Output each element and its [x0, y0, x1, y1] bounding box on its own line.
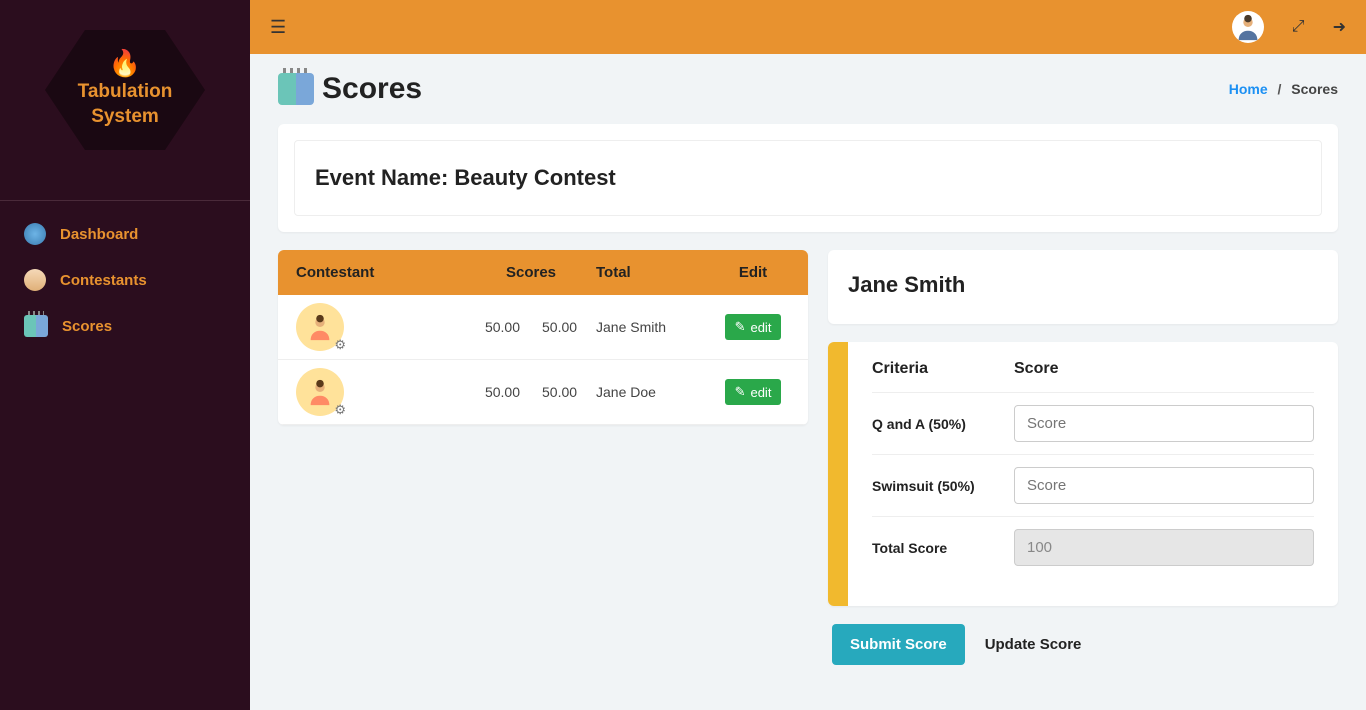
logo-hexagon: 🔥 TabulationSystem — [45, 30, 205, 150]
menu-toggle-icon[interactable]: ☰ — [270, 17, 286, 38]
contestants-icon — [24, 269, 46, 291]
person-icon — [305, 312, 335, 342]
actions: Submit Score Update Score — [828, 624, 1338, 665]
columns: Contestant Scores Total Edit 50.00 — [278, 250, 1338, 665]
total-score-label: Total Score — [872, 540, 947, 556]
contestant-avatar — [296, 303, 344, 351]
th-scores: Scores — [466, 264, 596, 281]
dashboard-icon — [24, 223, 46, 245]
criteria-row: Swimsuit (50%) — [872, 454, 1314, 516]
flame-icon: 🔥 — [78, 50, 173, 76]
page-title: Scores — [322, 72, 422, 106]
sidebar-item-label: Contestants — [60, 272, 147, 289]
breadcrumb-sep: / — [1278, 81, 1282, 97]
scores-table: Contestant Scores Total Edit 50.00 — [278, 250, 808, 425]
logout-icon[interactable]: ➜ — [1333, 17, 1346, 37]
content: Scores Home / Scores Event Name: Beauty … — [250, 54, 1366, 710]
th-contestant: Contestant — [296, 264, 466, 281]
topbar: ☰ ⤢ ➜ — [250, 0, 1366, 54]
sidebar-item-scores[interactable]: Scores — [0, 303, 250, 349]
score-header-label: Score — [1014, 360, 1314, 378]
th-total: Total — [596, 264, 716, 281]
table-header: Contestant Scores Total Edit — [278, 250, 808, 295]
contestant-cell — [296, 303, 466, 351]
logo-text: TabulationSystem — [78, 80, 173, 129]
criteria-card: Criteria Score Q and A (50%) Swimsuit (5… — [828, 342, 1338, 606]
edit-cell: ✎ edit — [716, 314, 790, 340]
breadcrumb-current: Scores — [1291, 81, 1338, 97]
scores-icon — [24, 315, 48, 337]
criteria-row-total: Total Score — [872, 516, 1314, 578]
sidebar-item-label: Dashboard — [60, 226, 138, 243]
sidebar-item-label: Scores — [62, 318, 112, 335]
scores-cell: 50.00 50.00 — [466, 384, 596, 400]
breadcrumb-home[interactable]: Home — [1229, 81, 1268, 97]
contestant-cell — [296, 368, 466, 416]
user-avatar[interactable] — [1232, 11, 1264, 43]
score-input-qa[interactable] — [1014, 405, 1314, 442]
selected-contestant-name: Jane Smith — [844, 266, 1322, 308]
event-name: Event Name: Beauty Contest — [315, 165, 1301, 191]
event-card: Event Name: Beauty Contest — [278, 124, 1338, 232]
selected-contestant-card: Jane Smith — [828, 250, 1338, 324]
scores-cell: 50.00 50.00 — [466, 319, 596, 335]
sidebar-item-contestants[interactable]: Contestants — [0, 257, 250, 303]
edit-cell: ✎ edit — [716, 379, 790, 405]
scores-page-icon — [278, 73, 314, 105]
update-score-link[interactable]: Update Score — [985, 636, 1082, 653]
right-column: Jane Smith Criteria Score Q and A (50%) — [828, 250, 1338, 665]
criteria-label: Q and A (50%) — [872, 416, 966, 432]
page-title-wrap: Scores — [278, 72, 422, 106]
total-cell: Jane Smith — [596, 319, 716, 335]
left-column: Contestant Scores Total Edit 50.00 — [278, 250, 808, 665]
person-icon — [1233, 12, 1263, 42]
criteria-row: Q and A (50%) — [872, 392, 1314, 454]
logo: 🔥 TabulationSystem — [0, 0, 250, 170]
submit-score-button[interactable]: Submit Score — [832, 624, 965, 665]
topbar-right: ⤢ ➜ — [1232, 11, 1346, 43]
criteria-header: Criteria Score — [872, 360, 1314, 378]
edit-icon: ✎ — [735, 384, 746, 400]
sidebar-nav: Dashboard Contestants Scores — [0, 200, 250, 349]
table-row: 50.00 50.00 Jane Doe ✎ edit — [278, 360, 808, 425]
edit-icon: ✎ — [735, 319, 746, 335]
th-edit: Edit — [716, 264, 790, 281]
edit-button[interactable]: ✎ edit — [725, 314, 782, 340]
sidebar-item-dashboard[interactable]: Dashboard — [0, 211, 250, 257]
edit-button[interactable]: ✎ edit — [725, 379, 782, 405]
total-cell: Jane Doe — [596, 384, 716, 400]
criteria-body: Criteria Score Q and A (50%) Swimsuit (5… — [848, 342, 1338, 606]
score-input-swimsuit[interactable] — [1014, 467, 1314, 504]
accent-bar — [828, 342, 848, 606]
sidebar: 🔥 TabulationSystem Dashboard Contestants… — [0, 0, 250, 710]
table-row: 50.00 50.00 Jane Smith ✎ edit — [278, 295, 808, 360]
breadcrumb: Home / Scores — [1229, 81, 1338, 97]
page-header: Scores Home / Scores — [278, 72, 1338, 106]
person-icon — [305, 377, 335, 407]
criteria-label: Swimsuit (50%) — [872, 478, 975, 494]
contestant-avatar — [296, 368, 344, 416]
main: ☰ ⤢ ➜ Scores Home / Scores Event Name — [250, 0, 1366, 710]
criteria-header-label: Criteria — [872, 360, 928, 378]
total-score-field — [1014, 529, 1314, 566]
expand-icon[interactable]: ⤢ — [1292, 18, 1305, 36]
